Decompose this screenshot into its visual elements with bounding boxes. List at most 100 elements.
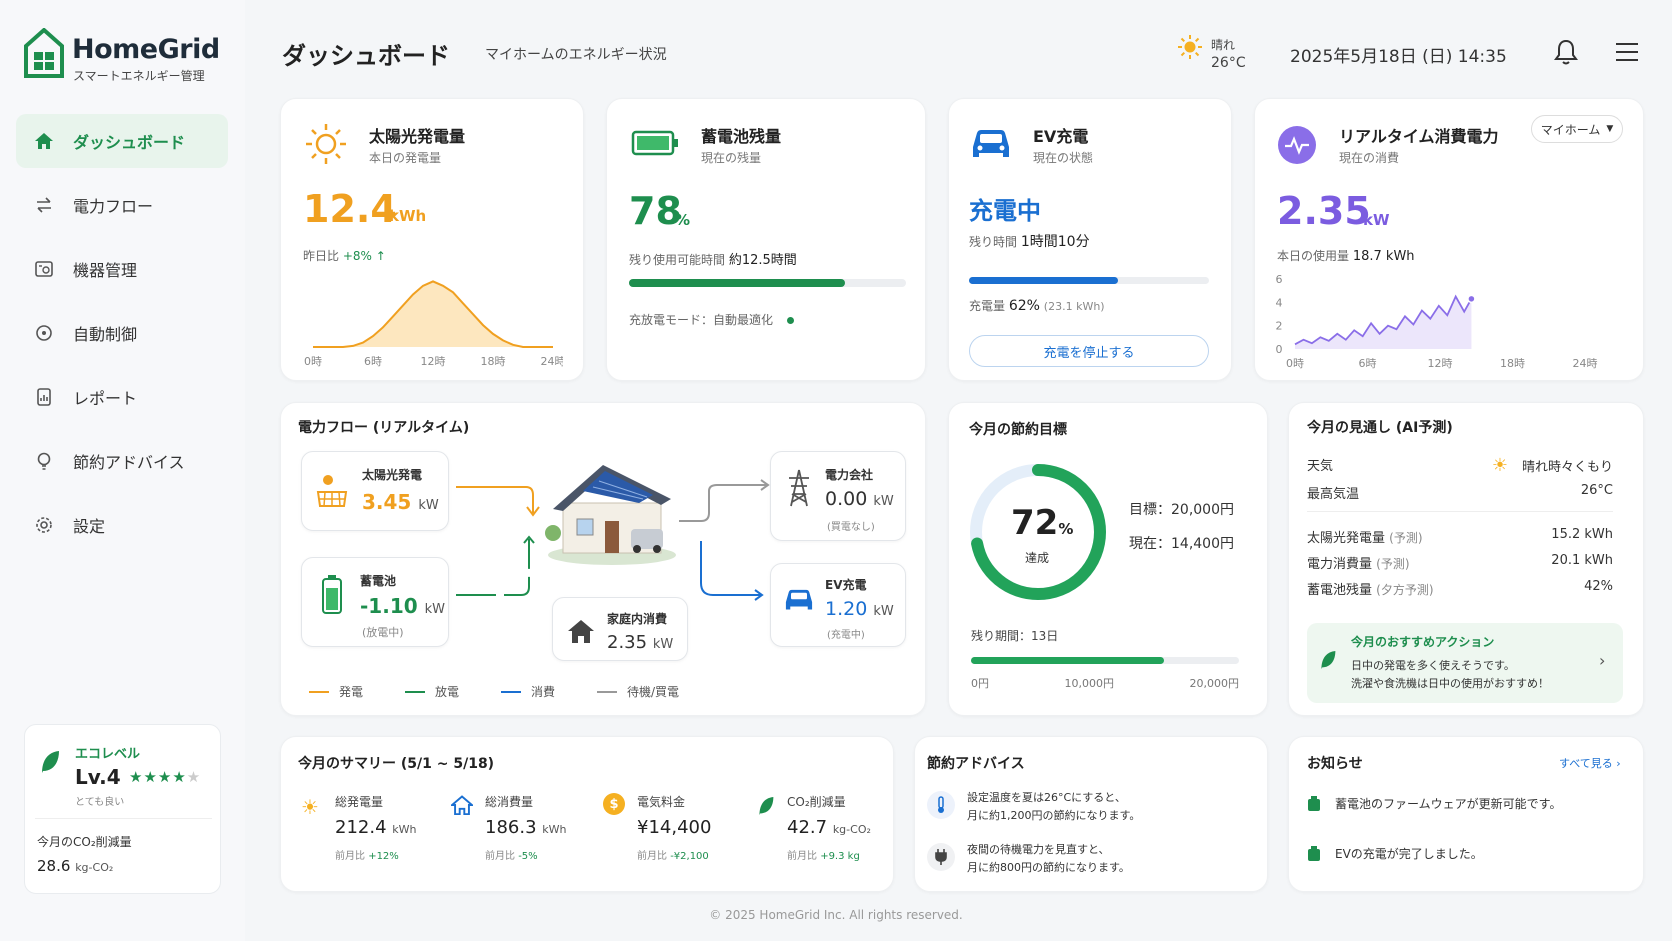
summary-cost: $ 電気料金 ¥14,400 前月比 -¥2,100 (603, 793, 753, 883)
sidebar: HomeGrid スマートエネルギー管理 ダッシュボード 電力フロー 機器管理 … (0, 0, 245, 941)
solar-value: 12.4 (303, 187, 397, 231)
coin-icon: $ (603, 793, 625, 815)
usage-y-tick: 0 (1276, 343, 1283, 356)
flow-grid-value: 0.00 kW (825, 488, 894, 510)
menu-icon[interactable] (1615, 42, 1639, 62)
savings-goal-card: 今月の節約目標 72% 達成 目標：20,000円 現在：14,400円 残り期… (948, 402, 1268, 716)
summary-co2: CO₂削減量 42.7 kg-CO₂ 前月比 +9.3 kg (757, 793, 892, 883)
news-item[interactable]: 蓄電池のファームウェアが更新可能です。 (1307, 795, 1627, 812)
chevron-right-icon: › (1599, 651, 1606, 670)
divider (35, 818, 212, 819)
home-select[interactable]: マイホーム ▼ (1531, 115, 1623, 143)
news-title: お知らせ (1307, 756, 1363, 772)
realtime-title: リアルタイム消費電力 (1339, 127, 1499, 146)
forecast-card: 今月の見通し (AI予測) 天気 ☀ 晴れ時々くもり 最高気温 26°C 太陽光発電量… (1288, 402, 1644, 716)
page-subtitle: マイホームのエネルギー状況 (485, 47, 667, 63)
solar-x-tick: 6時 (364, 355, 382, 368)
flow-battery-note: (放電中) (362, 626, 404, 639)
device-icon (33, 258, 55, 280)
thermometer-icon (927, 791, 955, 819)
bell-icon[interactable] (1553, 38, 1579, 66)
nav-item-dashboard[interactable]: ダッシュボード (16, 114, 228, 168)
summary-title: 今月のサマリー (5/1 ~ 5/18) (298, 756, 495, 772)
battery-unit: % (675, 211, 691, 229)
battery-progress (629, 279, 906, 287)
nav-label: 機器管理 (73, 261, 138, 280)
usage-x-tick: 6時 (1359, 357, 1377, 370)
forecast-battery-row: 蓄電池残量 (夕方予測) 42% (1307, 579, 1613, 598)
nav-item-power-flow[interactable]: 電力フロー (16, 178, 228, 232)
legend-generation: 発電 (309, 683, 405, 700)
action-title: 今月のおすすめアクション (1351, 635, 1495, 649)
leaf-icon (42, 751, 59, 773)
flow-solar-label: 太陽光発電 (362, 468, 423, 482)
flow-grid-label: 電力会社 (825, 468, 874, 482)
divider (1307, 511, 1613, 512)
legend-standby: 待機/買電 (597, 683, 717, 700)
summary-consumption: 総消費量 186.3 kWh 前月比 -5% (451, 793, 601, 883)
ev-remaining: 残り時間 1時間10分 (969, 234, 1090, 250)
nav-label: 設定 (73, 517, 106, 536)
view-all-link[interactable]: すべて見る › (1559, 755, 1621, 771)
app-name: HomeGrid (72, 34, 220, 65)
solar-x-tick: 24時 (541, 355, 564, 368)
battery-card: 蓄電池残量 現在の残量 78 % 残り使用可能時間 約12.5時間 充放電モード… (606, 98, 926, 381)
auto-control-icon (33, 322, 55, 344)
battery-icon (1308, 795, 1320, 811)
usage-x-tick: 0時 (1286, 357, 1304, 370)
realtime-today: 本日の使用量 18.7 kWh (1277, 249, 1415, 264)
forecast-temp-row: 最高気温 26°C (1307, 483, 1613, 502)
action-line2: 洗濯や食洗機は日中の使用がおすすめ！ (1351, 677, 1549, 690)
solar-x-tick: 18時 (481, 355, 506, 368)
page-title: ダッシュボード (282, 42, 450, 70)
battery-value: 78 (629, 189, 682, 233)
chevron-down-icon: ▼ (1606, 124, 1614, 134)
flow-solar-node: 太陽光発電 3.45 kW (301, 451, 449, 531)
summary-card: 今月のサマリー (5/1 ~ 5/18) ☀ 総発電量 212.4 kWh 前月… (280, 736, 894, 892)
usage-y-tick: 2 (1276, 320, 1283, 333)
house-illustration (545, 465, 676, 565)
sun-icon: ☀ (301, 795, 319, 819)
legend-consumption: 消費 (501, 683, 597, 700)
footer: © 2025 HomeGrid Inc. All rights reserved… (709, 908, 963, 922)
rating-stars: ★★★★★ (129, 768, 202, 786)
solar-panel-icon (316, 475, 348, 507)
battery-icon (631, 130, 678, 156)
car-icon (785, 589, 813, 610)
action-line1: 日中の発電を多く使えそうです。 (1351, 659, 1515, 672)
goal-title: 今月の節約目標 (969, 422, 1067, 438)
battery-mode: 充放電モード：自動最適化 (629, 311, 794, 328)
eco-title: エコレベル (75, 747, 141, 762)
nav-item-report[interactable]: レポート (16, 370, 228, 424)
news-item[interactable]: EVの充電が完了しました。 (1307, 845, 1627, 862)
usage-area (1295, 296, 1472, 349)
power-flow-card: 電力フロー (リアルタイム) 太陽光発電 3.45 kW 蓄電池 -1.10 k… (280, 402, 926, 716)
nav-item-settings[interactable]: 設定 (16, 498, 228, 552)
nav-label: 電力フロー (73, 197, 154, 216)
usage-x-tick: 24時 (1573, 357, 1598, 370)
nav-item-devices[interactable]: 機器管理 (16, 242, 228, 296)
sun-icon (1178, 35, 1202, 59)
nav-item-saving-advice[interactable]: 節約アドバイス (16, 434, 228, 488)
solar-unit: kWh (389, 207, 427, 225)
forecast-solar-row: 太陽光発電量 (予測) 15.2 kWh (1307, 527, 1613, 546)
bulb-icon (33, 450, 55, 472)
co2-label: 今月のCO₂削減量 (37, 835, 132, 849)
usage-current-point (1467, 294, 1476, 304)
advice-item[interactable]: 設定温度を夏は26°Cにすると、 月に約1,200円の節約になります。 (927, 787, 1257, 831)
nav-label: 節約アドバイス (73, 453, 185, 472)
eco-level-card: エコレベル Lv.4 ★★★★★ とても良い 今月のCO₂削減量 28.6 kg… (24, 724, 221, 894)
usage-y-tick: 6 (1276, 273, 1283, 286)
report-icon (33, 386, 55, 408)
advice-card: 節約アドバイス 設定温度を夏は26°Cにすると、 月に約1,200円の節約になり… (914, 736, 1268, 892)
eco-rating-text: とても良い (75, 797, 125, 808)
flow-grid-note: (買電なし) (827, 522, 875, 533)
battery-icon (1308, 845, 1320, 861)
stop-charging-button[interactable]: 充電を停止する (969, 335, 1209, 367)
advice-item[interactable]: 夜間の待機電力を見直すと、 月に約800円の節約になります。 (927, 839, 1257, 883)
solar-card: 太陽光発電量 本日の発電量 12.4 kWh 昨日比 +8% ↑ 0時 6時 12時… (280, 98, 584, 381)
flow-legend: 発電 放電 消費 待機/買電 (309, 683, 717, 700)
nav-item-auto-control[interactable]: 自動制御 (16, 306, 228, 360)
recommended-action[interactable]: 今月のおすすめアクション 日中の発電を多く使えそうです。 洗濯や食洗機は日中の使… (1307, 623, 1623, 703)
flow-battery-value: -1.10 kW (360, 594, 446, 618)
